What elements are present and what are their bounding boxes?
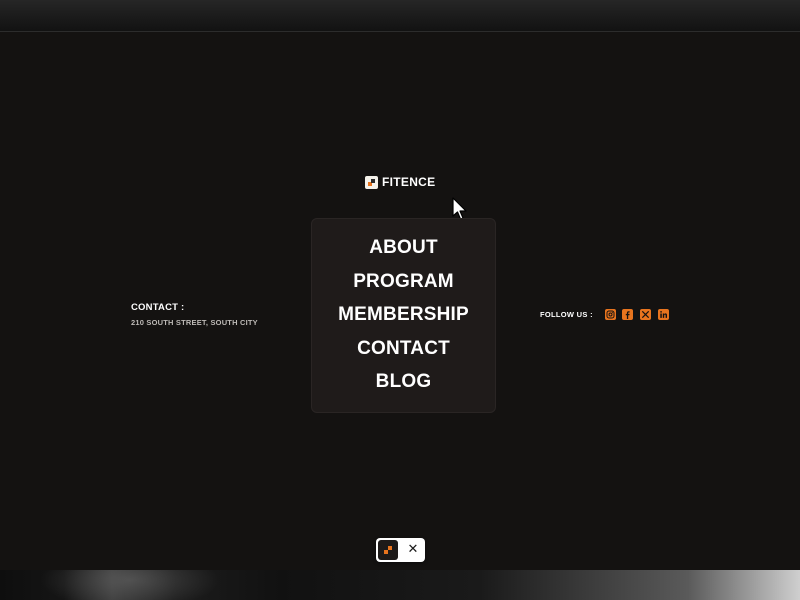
menu-item-contact[interactable]: CONTACT [312,337,495,361]
logo-mark-icon [384,546,392,554]
brand-name: FITENCE [382,175,436,189]
app-frame: FITENCE ABOUT PROGRAM MEMBERSHIP CONTACT… [0,0,800,600]
close-menu-button[interactable]: ✕ [403,540,423,560]
brand-logo[interactable]: FITENCE [365,175,435,189]
instagram-icon[interactable] [605,309,616,320]
background-highlight [40,570,220,600]
contact-address: 210 SOUTH STREET, SOUTH CITY [131,318,258,327]
navigation-menu: ABOUT PROGRAM MEMBERSHIP CONTACT BLOG [311,218,496,413]
follow-us-label: FOLLOW US : [540,310,593,319]
contact-heading: CONTACT : [131,302,185,313]
menu-toolbar: ✕ [376,538,425,562]
menu-toggle-button[interactable] [378,540,398,560]
x-icon[interactable] [640,309,651,320]
menu-item-about[interactable]: ABOUT [312,236,495,260]
linkedin-icon[interactable] [658,309,669,320]
top-background-band [0,0,800,32]
menu-item-program[interactable]: PROGRAM [312,270,495,294]
menu-item-blog[interactable]: BLOG [312,370,495,394]
facebook-icon[interactable] [622,309,633,320]
logo-mark-icon [365,175,378,189]
menu-item-membership[interactable]: MEMBERSHIP [312,303,495,327]
bottom-background-band [0,570,800,600]
